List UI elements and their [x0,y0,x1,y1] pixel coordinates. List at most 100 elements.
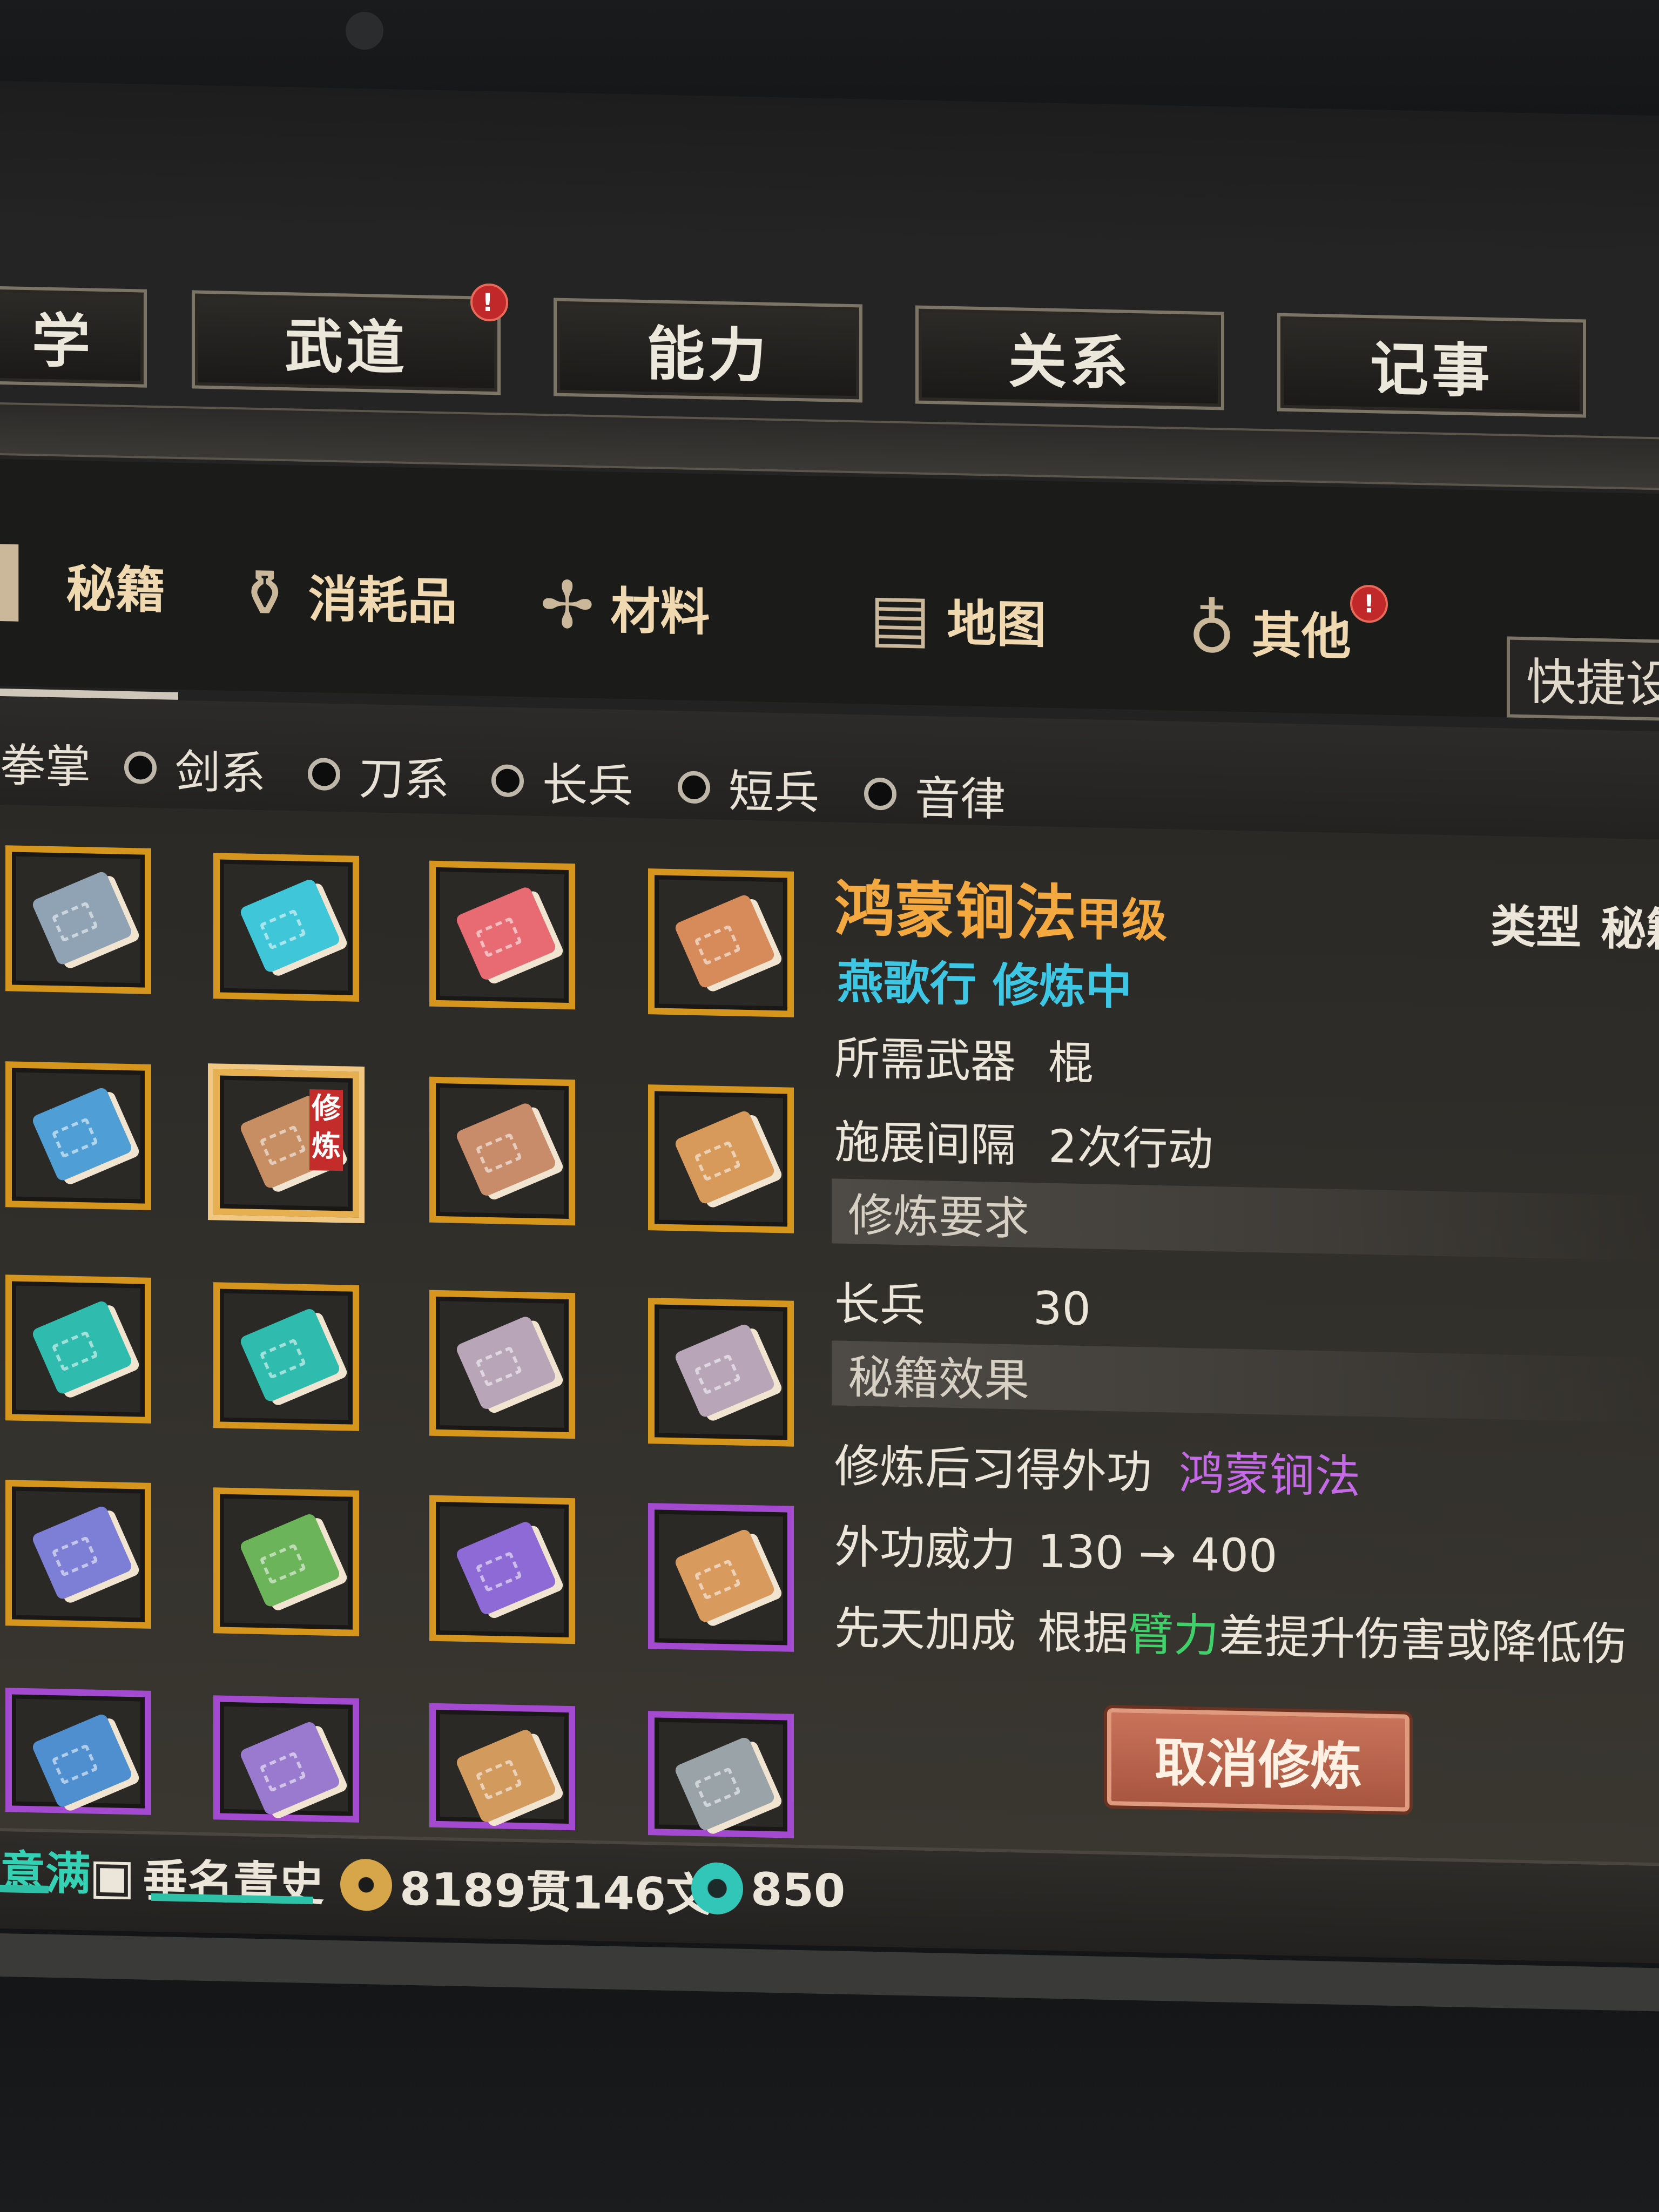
book-icon [239,1720,341,1817]
section-title: 修炼要求 [848,1188,1030,1245]
interval-value: 2次行动 [1048,1120,1213,1177]
cancel-cultivation-button[interactable]: 取消修炼 [1107,1708,1410,1812]
book-icon [455,1728,557,1824]
filter-label: 短兵 [729,765,820,820]
inventory-slot[interactable] [5,1274,151,1424]
inventory-slot[interactable] [648,1298,794,1447]
book-icon [239,1512,341,1609]
inventory-slot[interactable] [648,1711,794,1838]
category-materials[interactable]: ✢ 材料 [540,568,710,646]
innate-prefix: 根据 [1037,1606,1129,1661]
jade-value: 850 [751,1863,846,1918]
requirement-row: 长兵 30 [834,1267,1091,1338]
category-label: 秘籍 [66,559,166,620]
cultivation-status: 燕歌行 修炼中 [837,955,1132,1015]
tab-guanxi[interactable]: 关系 [915,305,1224,410]
cultivating-tag: 修炼 [309,1089,343,1171]
category-label: 地图 [947,594,1047,655]
category-map[interactable]: ▤ 地图 [869,580,1046,659]
tab-wudao[interactable]: 武道 ! [192,283,508,395]
quick-settings-button[interactable]: 快捷设 [1507,636,1659,721]
inventory-slot[interactable] [213,1282,359,1431]
book-icon [239,878,341,974]
item-type: 类型 秘籍 [1491,890,1659,960]
type-label: 类型 [1491,899,1582,955]
bookmark-icon: ▍ [0,545,50,622]
category-other[interactable]: ♁ 其他 ! [1188,584,1388,670]
filter-duanbing[interactable]: 短兵 [678,754,819,822]
tab-label: 学 [31,307,93,376]
quick-settings-label: 快捷设 [1526,652,1659,714]
book-icon [673,1528,776,1624]
jade-icon [691,1862,743,1915]
weapon-row: 所需武器棍 [834,1022,1094,1092]
inventory-slot[interactable] [429,1076,575,1226]
filter-yinlv[interactable]: 音律 [864,761,1006,829]
lantern-icon: ♁ [1188,592,1236,668]
inventory-slot[interactable] [5,1480,151,1629]
requirement-value: 30 [1033,1282,1091,1336]
tab-jishi[interactable]: 记事 [1277,313,1586,418]
gourd-icon: ⚱ [238,556,292,632]
inventory-slot[interactable] [5,845,151,994]
book-icon [673,893,776,990]
book-icon [673,1736,776,1832]
learn-row: 修炼后习得外功 鸿蒙锏法 [834,1429,1360,1506]
jade-status: 850 [691,1862,845,1918]
inventory-slot[interactable] [648,1503,794,1652]
learn-label: 修炼后习得外功 [834,1439,1152,1499]
radio-button[interactable] [491,764,524,797]
book-icon [31,870,133,967]
interval-row: 施展间隔 2次行动 [834,1105,1213,1179]
filter-label: 拳掌 [0,739,91,794]
inventory-slot[interactable] [648,1084,794,1233]
weapon-value: 棍 [1048,1036,1094,1090]
inventory-slot[interactable] [213,1487,359,1636]
money-status: 8189贯146文 [340,1851,711,1924]
mood-status: 意满 [0,1836,91,1904]
book-icon [455,885,557,982]
inventory-slot[interactable] [429,1703,575,1831]
power-value: 130 → 400 [1037,1525,1278,1583]
filter-changbing[interactable]: 长兵 [491,747,633,815]
filter-daoxi[interactable]: 刀系 [308,741,449,809]
radio-button[interactable] [124,751,157,784]
radio-button[interactable] [678,770,710,804]
section-title: 秘籍效果 [848,1350,1030,1407]
inventory-slot[interactable] [648,868,794,1017]
radio-button[interactable] [864,777,896,811]
learn-value: 鸿蒙锏法 [1179,1446,1361,1503]
book-icon [673,1323,776,1419]
inventory-slot[interactable] [213,853,359,1002]
book-icon [455,1101,557,1198]
filter-label: 音律 [915,771,1006,827]
filter-quanzhang[interactable]: 拳掌 [0,729,91,797]
inventory-slot[interactable]: 修炼 [213,1069,359,1218]
requirement-label: 长兵 [834,1277,926,1332]
inventory-slot[interactable] [429,860,575,1010]
radio-button[interactable] [308,757,340,791]
mood-underline [0,1885,49,1893]
book-icon [455,1520,557,1616]
book-icon [31,1299,133,1396]
inventory-slot[interactable] [213,1695,359,1823]
power-label: 外功威力 [834,1520,1016,1577]
tab-nengli[interactable]: 能力 [554,298,862,403]
innate-suffix: 差提升伤害或降低伤 [1219,1609,1628,1671]
inventory-slot[interactable] [429,1290,575,1439]
category-consumables[interactable]: ⚱ 消耗品 [238,556,457,636]
category-miji[interactable]: ▍ 秘籍 [0,545,165,624]
item-name: 鸿蒙锏法 [834,874,1076,949]
inventory-slot[interactable] [429,1495,575,1644]
inventory-slot[interactable] [5,1688,151,1815]
power-row: 外功威力 130 → 400 [834,1510,1277,1585]
herb-icon: ✢ [540,567,595,644]
tab-xue[interactable]: 学 [0,282,147,388]
scroll-icon: ▣ [89,1847,136,1906]
notification-badge: ! [1350,584,1388,623]
item-grade: 甲级 [1076,892,1168,948]
inventory-slot[interactable] [5,1061,151,1210]
filter-jianxi[interactable]: 剑系 [124,734,266,802]
tab-label: 武道 [284,313,408,383]
category-label: 消耗品 [308,570,457,631]
